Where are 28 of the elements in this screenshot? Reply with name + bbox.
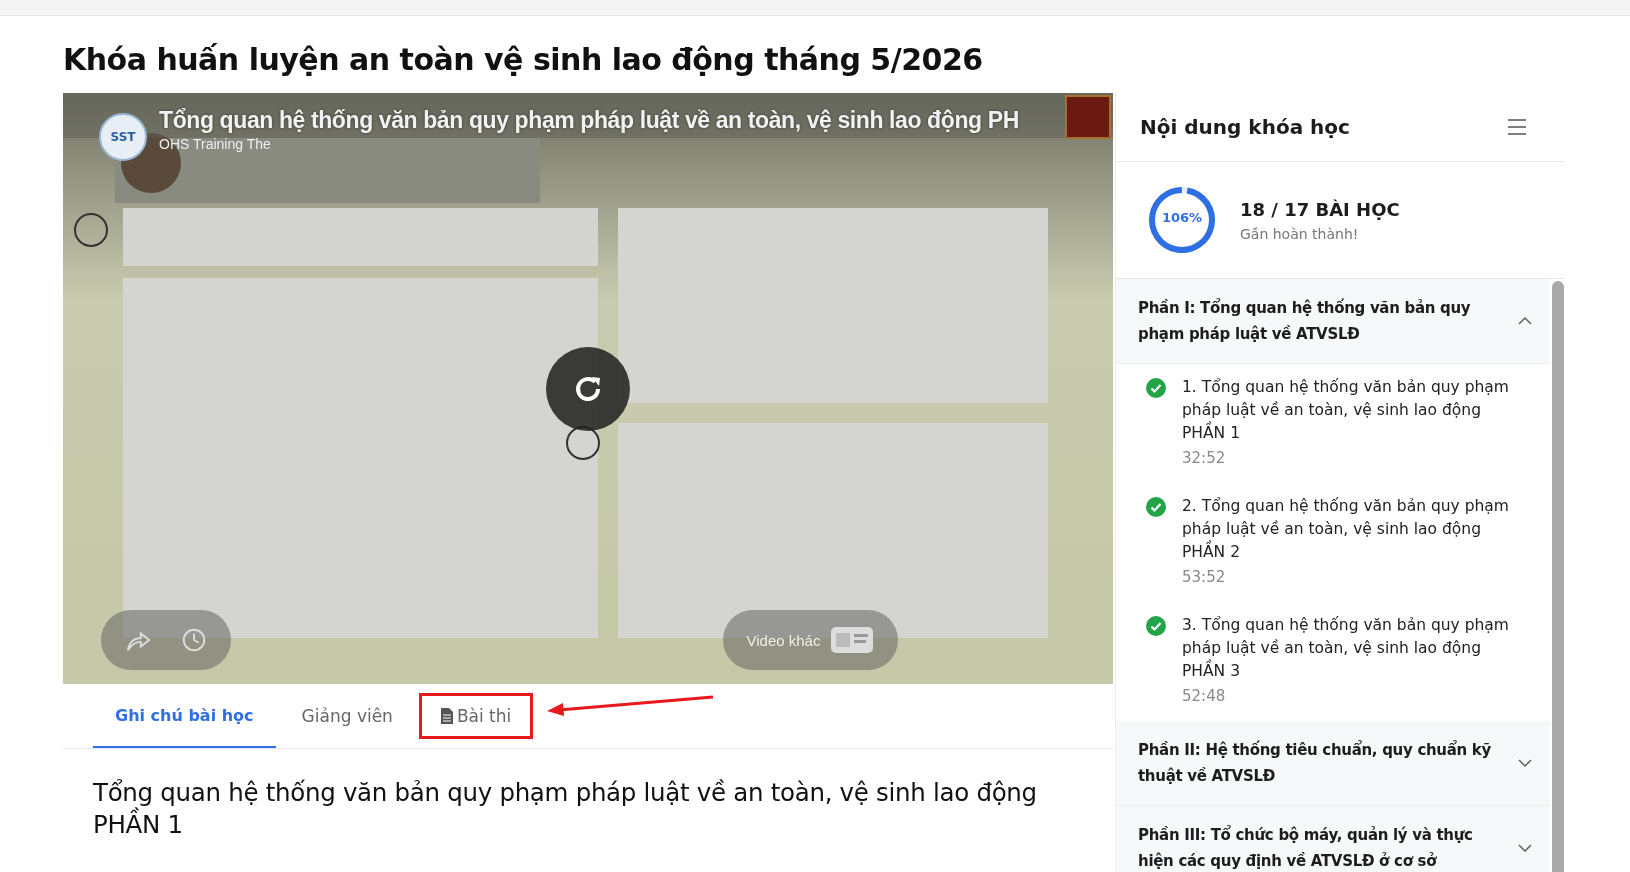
section-title[interactable]: Phần II: Hệ thống tiêu chuẩn, quy chuẩn kỹ thuật về ATVSLĐ (1138, 737, 1513, 789)
thumbnail-icon (830, 626, 875, 654)
menu-icon[interactable] (1508, 119, 1526, 135)
section-header[interactable]: Phần I: Tổng quan hệ thống văn bản quy phạm pháp luật về ATVSLĐ (1116, 279, 1550, 364)
lesson-count: 18 / 17 BÀI HỌC (1240, 198, 1400, 220)
lesson-duration: 32:52 (1182, 449, 1227, 467)
lesson-duration: 53:52 (1182, 568, 1227, 586)
document-icon (440, 708, 453, 724)
sidebar-title: Nội dung khóa học (1140, 115, 1350, 139)
lesson-duration: 52:48 (1182, 687, 1227, 705)
section-header[interactable]: Phần II: Hệ thống tiêu chuẩn, quy chuẩn kỹ thuật về ATVSLĐ (1116, 721, 1550, 806)
chevron-icon[interactable] (1518, 844, 1532, 852)
chevron-icon[interactable] (1518, 759, 1532, 767)
tab[interactable]: Bài thi (418, 684, 534, 748)
section-title[interactable]: Phần I: Tổng quan hệ thống văn bản quy phạm pháp luật về ATVSLĐ (1138, 295, 1513, 347)
lesson-title[interactable]: 3. Tổng quan hệ thống văn bản quy phạm pháp luật về an toàn, vệ sinh lao động PHẦN 3 (1182, 614, 1512, 683)
course-title: Khóa huấn luyện an toàn vệ sinh lao động tháng 5/2026 (63, 42, 984, 77)
scrollbar[interactable] (1552, 281, 1564, 872)
lesson-title[interactable]: 2. Tổng quan hệ thống văn bản quy phạm pháp luật về an toàn, vệ sinh lao động PHẦN 2 (1182, 495, 1512, 564)
chevron-icon[interactable] (1518, 317, 1532, 325)
lesson-heading: Tổng quan hệ thống văn bản quy phạm pháp luật về an toàn, vệ sinh lao động PHẦN 1 (93, 777, 1038, 841)
progress-status: Gần hoàn thành! (1240, 225, 1360, 242)
tab[interactable]: Ghi chú bài học (93, 684, 276, 748)
progress-percent: 106% (1160, 210, 1204, 225)
section-header[interactable]: Phần III: Tổ chức bộ máy, quản lý và thực hiện các quy định về ATVSLĐ ở cơ sở (1116, 806, 1550, 872)
tab[interactable]: Giảng viên (279, 684, 415, 748)
section-title[interactable]: Phần III: Tổ chức bộ máy, quản lý và thực hiện các quy định về ATVSLĐ ở cơ sở (1138, 822, 1513, 872)
lesson-title[interactable]: 1. Tổng quan hệ thống văn bản quy phạm pháp luật về an toàn, vệ sinh lao động PHẦN 1 (1182, 376, 1512, 445)
